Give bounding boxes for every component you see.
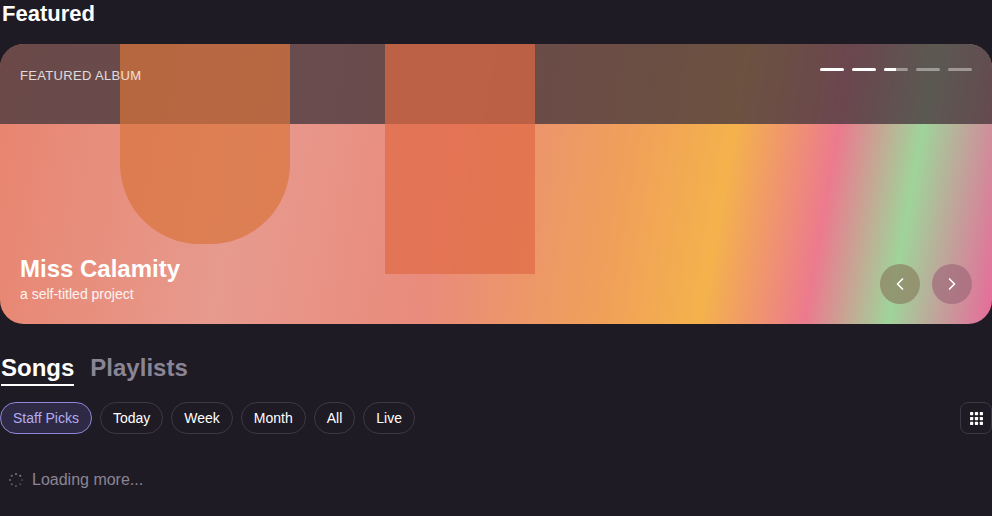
tabs: Songs Playlists xyxy=(0,354,992,386)
filter-chip[interactable]: Week xyxy=(171,402,233,434)
filter-chip[interactable]: All xyxy=(314,402,356,434)
prev-button[interactable] xyxy=(880,264,920,304)
slide-indicator[interactable] xyxy=(916,68,940,71)
loading-text: Loading more... xyxy=(32,468,143,492)
grid-view-button[interactable] xyxy=(960,402,992,434)
next-button[interactable] xyxy=(932,264,972,304)
featured-banner[interactable]: FEATURED ALBUM Miss Calamitya self-titled… xyxy=(0,44,992,324)
filter-chip[interactable]: Live xyxy=(363,402,415,434)
slide-indicator[interactable] xyxy=(884,68,908,71)
grid-icon xyxy=(970,412,983,425)
spinner-icon xyxy=(8,472,24,488)
filter-chip[interactable]: Today xyxy=(100,402,163,434)
filter-chips: Staff PicksTodayWeekMonthAllLive xyxy=(0,402,415,434)
section-heading: Featured xyxy=(0,0,992,30)
slide-indicator[interactable] xyxy=(852,68,876,71)
album-subtitle: a self-titled project xyxy=(20,284,180,304)
slide-indicators xyxy=(820,66,972,71)
featured-label: FEATURED ALBUM xyxy=(20,66,141,86)
page: Featured FEATURED ALBUM Miss Calamitya sel… xyxy=(0,0,992,516)
filter-chip[interactable]: Staff Picks xyxy=(0,402,92,434)
album-title: Miss Calamity xyxy=(20,254,180,284)
slide-indicator[interactable] xyxy=(948,68,972,71)
slide-indicator[interactable] xyxy=(820,68,844,71)
loading-row: Loading more... xyxy=(0,468,992,492)
tab[interactable]: Songs xyxy=(1,354,74,386)
tab[interactable]: Playlists xyxy=(90,354,187,386)
chevron-right-icon xyxy=(942,274,962,294)
filter-chip[interactable]: Month xyxy=(241,402,306,434)
chevron-left-icon xyxy=(890,274,910,294)
